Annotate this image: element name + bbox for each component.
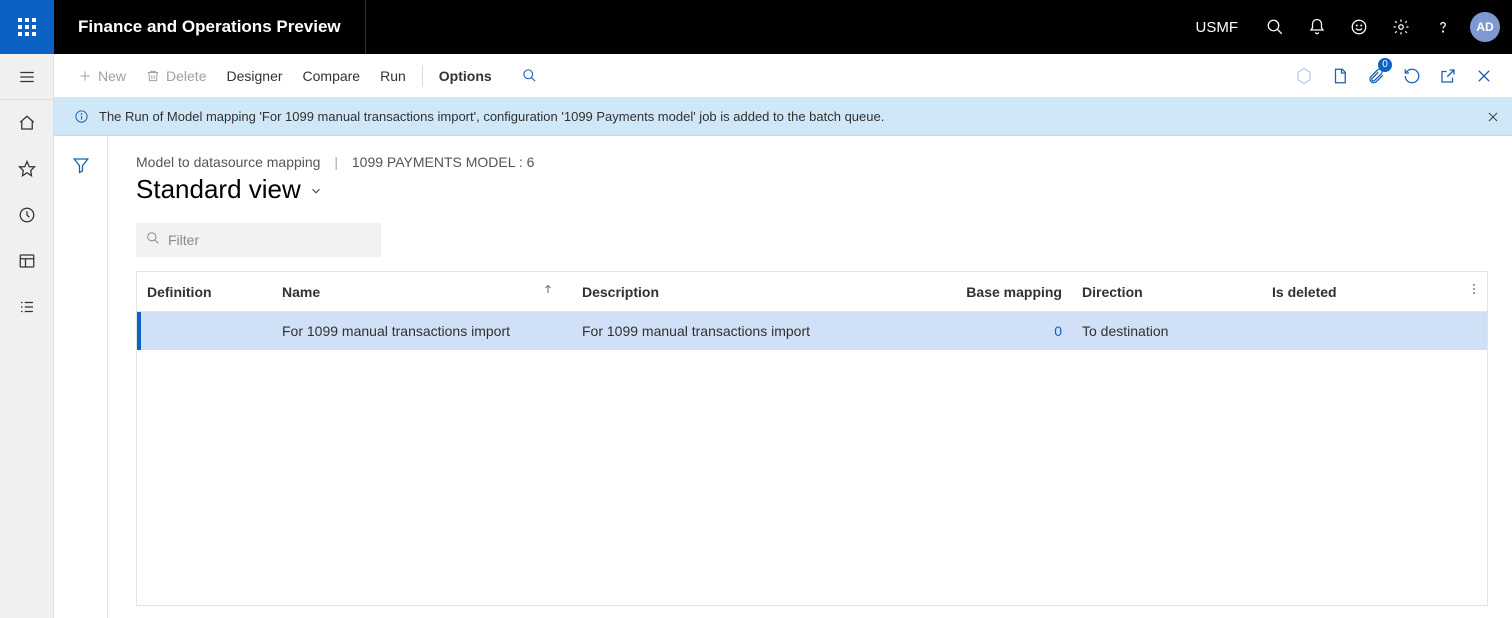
col-base-mapping[interactable]: Base mapping	[902, 272, 1072, 311]
options-button[interactable]: Options	[429, 62, 502, 90]
cmd-search-button[interactable]	[502, 62, 553, 89]
page-content: Model to datasource mapping | 1099 PAYME…	[108, 136, 1512, 618]
smiley-icon[interactable]	[1338, 0, 1380, 54]
filter-search-icon	[146, 231, 160, 250]
cell-description: For 1099 manual transactions import	[572, 312, 902, 350]
modules-icon[interactable]	[0, 284, 54, 330]
plus-icon	[78, 69, 92, 83]
view-title-label: Standard view	[136, 174, 301, 205]
cell-definition	[137, 312, 272, 350]
refresh-icon[interactable]	[1394, 58, 1430, 94]
info-banner: The Run of Model mapping 'For 1099 manua…	[54, 98, 1512, 136]
filter-box[interactable]	[136, 223, 381, 257]
workspaces-icon[interactable]	[0, 238, 54, 284]
app-launcher-button[interactable]	[0, 0, 54, 54]
designer-label: Designer	[226, 68, 282, 84]
compare-label: Compare	[303, 68, 361, 84]
trash-icon	[146, 69, 160, 83]
col-name[interactable]: Name	[272, 272, 572, 311]
grid-more-icon[interactable]	[1467, 282, 1481, 299]
grid-body: For 1099 manual transactions import For …	[137, 312, 1487, 605]
col-definition[interactable]: Definition	[137, 272, 272, 311]
gear-icon[interactable]	[1380, 0, 1422, 54]
view-selector[interactable]: Standard view	[136, 174, 1488, 205]
cell-direction: To destination	[1072, 312, 1262, 350]
data-grid: Definition Name Description Base mapping…	[136, 271, 1488, 606]
app-title: Finance and Operations Preview	[54, 0, 366, 54]
col-name-label: Name	[282, 284, 320, 300]
recent-icon[interactable]	[0, 192, 54, 238]
breadcrumb-part2: 1099 PAYMENTS MODEL : 6	[352, 154, 535, 170]
row-selected-marker	[137, 312, 141, 350]
waffle-icon	[18, 18, 36, 36]
home-icon[interactable]	[0, 100, 54, 146]
info-icon	[74, 109, 89, 124]
filter-rail	[54, 136, 108, 618]
cell-is-deleted	[1262, 312, 1422, 350]
run-label: Run	[380, 68, 406, 84]
hamburger-icon[interactable]	[0, 54, 54, 100]
cell-name: For 1099 manual transactions import	[272, 312, 572, 350]
close-icon[interactable]	[1466, 58, 1502, 94]
table-row[interactable]: For 1099 manual transactions import For …	[137, 312, 1487, 350]
col-is-deleted[interactable]: Is deleted	[1262, 272, 1422, 311]
breadcrumb-part1: Model to datasource mapping	[136, 154, 320, 170]
run-button[interactable]: Run	[370, 62, 416, 90]
help-icon[interactable]	[1422, 0, 1464, 54]
filter-input[interactable]	[168, 232, 371, 248]
funnel-icon[interactable]	[66, 150, 96, 180]
popout-icon[interactable]	[1430, 58, 1466, 94]
separator	[422, 65, 423, 87]
chevron-down-icon	[309, 174, 323, 205]
attachments-badge-icon[interactable]: 0	[1358, 58, 1394, 94]
col-description[interactable]: Description	[572, 272, 902, 311]
search-small-icon	[522, 68, 537, 83]
info-message: The Run of Model mapping 'For 1099 manua…	[99, 109, 884, 124]
search-icon[interactable]	[1254, 0, 1296, 54]
avatar[interactable]: AD	[1470, 12, 1500, 42]
sort-asc-icon	[542, 282, 554, 298]
banner-close-icon[interactable]	[1486, 110, 1500, 124]
col-direction[interactable]: Direction	[1072, 272, 1262, 311]
options-label: Options	[439, 68, 492, 84]
command-bar: New Delete Designer Compare Run	[54, 54, 1512, 98]
breadcrumb: Model to datasource mapping | 1099 PAYME…	[136, 154, 1488, 170]
delete-label: Delete	[166, 68, 206, 84]
new-button[interactable]: New	[68, 62, 136, 90]
attachments-icon[interactable]	[1286, 58, 1322, 94]
cell-base-mapping: 0	[902, 312, 1072, 350]
nav-rail	[0, 54, 54, 618]
bell-icon[interactable]	[1296, 0, 1338, 54]
delete-button[interactable]: Delete	[136, 62, 216, 90]
compare-button[interactable]: Compare	[293, 62, 371, 90]
grid-header: Definition Name Description Base mapping…	[137, 272, 1487, 312]
top-header: Finance and Operations Preview USMF AD	[0, 0, 1512, 54]
designer-button[interactable]: Designer	[216, 62, 292, 90]
favorites-icon[interactable]	[0, 146, 54, 192]
breadcrumb-separator: |	[334, 154, 338, 170]
attachments-badge: 0	[1378, 58, 1392, 72]
office-icon[interactable]	[1322, 58, 1358, 94]
company-selector[interactable]: USMF	[1180, 19, 1255, 36]
new-label: New	[98, 68, 126, 84]
